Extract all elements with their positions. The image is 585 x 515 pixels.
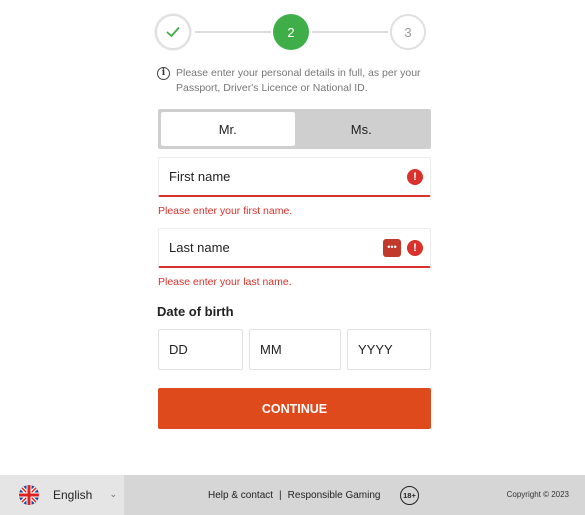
info-icon: i (157, 67, 170, 80)
error-icon: ! (407, 169, 423, 185)
info-text: Please enter your personal details in fu… (176, 67, 421, 94)
step-3-pending: 3 (390, 14, 426, 50)
first-name-placeholder: First name (169, 169, 231, 184)
last-name-field[interactable]: Last name ••• ! (158, 228, 431, 268)
first-name-error: Please enter your first name. (158, 205, 293, 217)
last-name-error: Please enter your last name. (158, 276, 292, 288)
title-option-ms[interactable]: Ms. (295, 112, 429, 146)
footer-links: Help & contact | Responsible Gaming (208, 490, 380, 501)
copyright-text: Copyright © 2023 (506, 490, 569, 499)
responsible-gaming-link[interactable]: Responsible Gaming (288, 490, 381, 501)
help-contact-link[interactable]: Help & contact (208, 490, 273, 501)
error-icon: ! (407, 240, 423, 256)
title-option-mr[interactable]: Mr. (161, 112, 295, 146)
checkmark-icon (166, 27, 180, 37)
chevron-down-icon: ⌄ (109, 489, 117, 499)
continue-button[interactable]: CONTINUE (158, 388, 431, 429)
dob-label: Date of birth (157, 304, 234, 319)
step-2-active: 2 (273, 14, 309, 50)
first-name-field[interactable]: First name ! (158, 157, 431, 197)
language-selector[interactable]: English ⌄ (0, 475, 124, 515)
footer: English ⌄ Help & contact | Responsible G… (0, 475, 585, 515)
dob-month-input[interactable]: MM (249, 329, 341, 370)
step-connector (312, 31, 388, 33)
last-name-placeholder: Last name (169, 240, 230, 255)
dob-month-placeholder: MM (260, 342, 282, 357)
info-notice: i Please enter your personal details in … (157, 66, 437, 96)
progress-stepper: 2 3 (155, 14, 427, 52)
dob-day-placeholder: DD (169, 342, 188, 357)
uk-flag-icon (19, 485, 39, 505)
dob-year-input[interactable]: YYYY (347, 329, 431, 370)
dob-year-placeholder: YYYY (358, 342, 393, 357)
dob-day-input[interactable]: DD (158, 329, 243, 370)
title-toggle: Mr. Ms. (158, 109, 431, 149)
link-separator: | (279, 490, 282, 501)
password-manager-icon[interactable]: ••• (383, 239, 401, 257)
step-connector (195, 31, 271, 33)
registration-page: 2 3 i Please enter your personal details… (0, 0, 585, 515)
age-restriction-icon: 18+ (400, 486, 419, 505)
step-1-completed (155, 14, 191, 50)
language-label: English (53, 488, 93, 502)
